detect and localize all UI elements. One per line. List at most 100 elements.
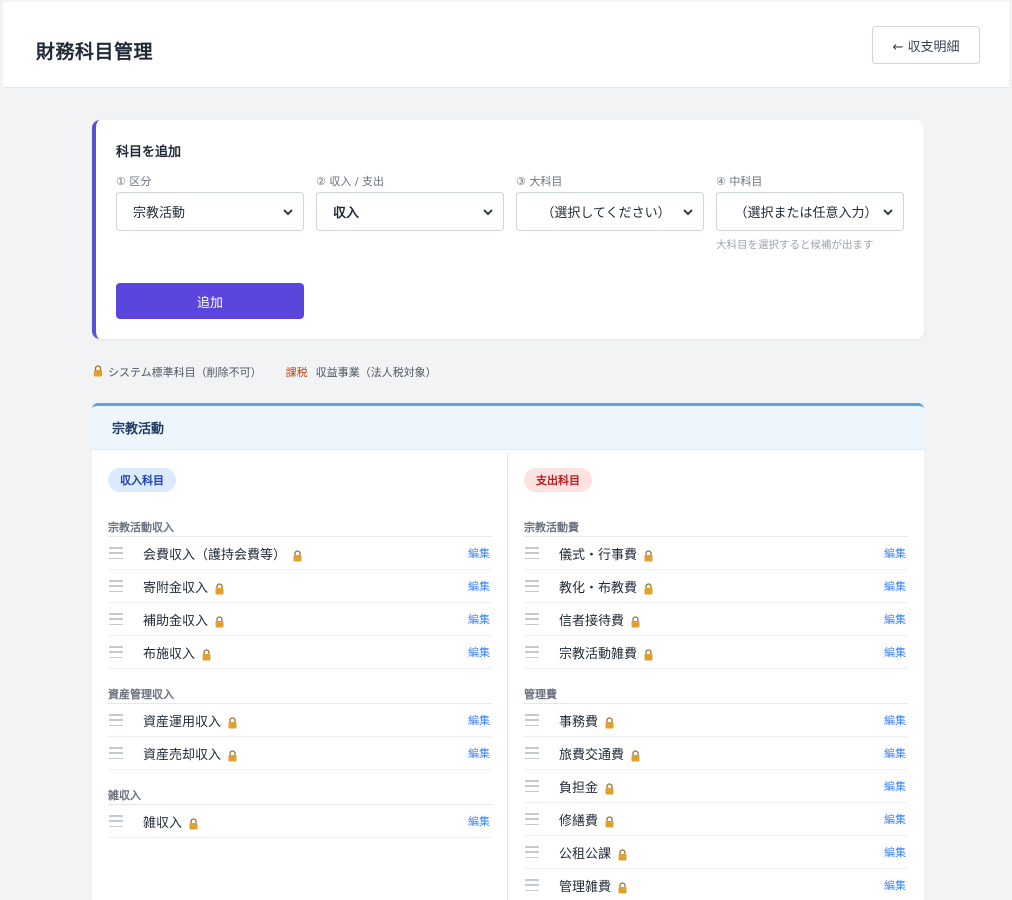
edit-link[interactable]: 編集: [468, 611, 490, 627]
edit-link[interactable]: 編集: [884, 644, 906, 660]
section-title: 宗教活動: [92, 406, 924, 450]
account-name: 雑収入: [143, 815, 183, 831]
account-row: 修繕費 編集: [524, 803, 908, 836]
lock-icon: [214, 580, 225, 595]
edit-link[interactable]: 編集: [884, 611, 906, 627]
edit-link[interactable]: 編集: [468, 712, 490, 728]
drag-handle-icon[interactable]: [109, 580, 123, 592]
account-row: 信者接待費 編集: [524, 603, 908, 636]
add-account-button[interactable]: 追加: [116, 283, 304, 319]
account-row: 負担金 編集: [524, 770, 908, 803]
middle-account-label: ④ 中科目: [716, 175, 763, 188]
drag-handle-icon[interactable]: [525, 646, 539, 658]
income-expense-select[interactable]: 収入: [316, 192, 504, 231]
drag-handle-icon[interactable]: [525, 714, 539, 726]
category-select-value: 宗教活動: [133, 206, 186, 221]
account-row: 雑収入 編集: [108, 805, 492, 838]
drag-handle-icon[interactable]: [109, 714, 123, 726]
account-name: 管理雑費: [559, 879, 612, 895]
lock-icon: [617, 846, 628, 861]
lock-icon: [188, 815, 199, 830]
add-card-title: 科目を追加: [116, 145, 182, 160]
lock-icon: [630, 613, 641, 628]
group-label: 資産管理収入: [108, 686, 492, 704]
legend: システム標準科目（削除不可） 課税 収益事業（法人税対象）: [93, 364, 437, 380]
income-expense-select-value: 収入: [333, 206, 360, 221]
edit-link[interactable]: 編集: [468, 644, 490, 660]
account-name: 寄附金収入: [143, 580, 209, 596]
page-header: 財務科目管理 ← 収支明細: [3, 2, 1009, 88]
lock-icon: [93, 364, 103, 380]
account-row: 補助金収入 編集: [108, 603, 492, 636]
account-row: 会費収入（護持会費等） 編集: [108, 537, 492, 570]
edit-link[interactable]: 編集: [884, 712, 906, 728]
account-name: 宗教活動雑費: [559, 646, 638, 662]
major-account-label: ③ 大科目: [516, 175, 563, 188]
drag-handle-icon[interactable]: [525, 780, 539, 792]
lock-icon: [214, 613, 225, 628]
lock-icon: [643, 646, 654, 661]
chevron-down-icon: [479, 203, 497, 221]
lock-icon: [643, 580, 654, 595]
expense-column: 支出科目 宗教活動費 儀式・行事費 編集 教化・布教費 編集 信者接待費 編集 宗教活動雑費編…: [508, 453, 924, 900]
lock-icon: [201, 646, 212, 661]
edit-link[interactable]: 編集: [884, 778, 906, 794]
drag-handle-icon[interactable]: [109, 747, 123, 759]
legend-tax-label: 収益事業（法人税対象）: [315, 366, 437, 379]
drag-handle-icon[interactable]: [525, 879, 539, 891]
major-account-select[interactable]: （選択してください）: [516, 192, 704, 231]
account-row: 事務費 編集: [524, 704, 908, 737]
edit-link[interactable]: 編集: [884, 811, 906, 827]
add-account-card: 科目を追加 ① 区分 宗教活動 ② 収入 / 支出 収入 ③ 大科目 （選択して…: [92, 120, 924, 339]
account-name: 会費収入（護持会費等）: [143, 547, 287, 563]
income-column: 収入科目 宗教活動収入 会費収入（護持会費等） 編集 寄附金収入 編集 補助金収入 編集 布施…: [92, 453, 508, 900]
drag-handle-icon[interactable]: [525, 613, 539, 625]
account-row: 管理雑費 編集: [524, 869, 908, 900]
drag-handle-icon[interactable]: [109, 613, 123, 625]
account-row: 教化・布教費 編集: [524, 570, 908, 603]
major-account-select-value: （選択してください）: [541, 206, 671, 221]
account-name: 補助金収入: [143, 613, 209, 629]
edit-link[interactable]: 編集: [468, 745, 490, 761]
account-name: 公租公課: [559, 846, 612, 862]
group-label: 管理費: [524, 686, 908, 704]
edit-link[interactable]: 編集: [884, 545, 906, 561]
expense-pill: 支出科目: [524, 468, 592, 492]
account-name: 儀式・行事費: [559, 547, 638, 563]
taxable-badge: 課税: [285, 366, 308, 379]
edit-link[interactable]: 編集: [884, 877, 906, 893]
edit-link[interactable]: 編集: [468, 578, 490, 594]
edit-link[interactable]: 編集: [468, 545, 490, 561]
lock-icon: [630, 747, 641, 762]
legend-system-label: システム標準科目（削除不可）: [108, 366, 262, 379]
drag-handle-icon[interactable]: [525, 813, 539, 825]
category-select[interactable]: 宗教活動: [116, 192, 304, 231]
middle-account-select[interactable]: （選択または任意入力）: [716, 192, 904, 231]
edit-link[interactable]: 編集: [884, 745, 906, 761]
account-name: 負担金: [559, 780, 599, 796]
lock-icon: [227, 747, 238, 762]
account-row: 布施収入 編集: [108, 636, 492, 669]
account-row: 寄附金収入 編集: [108, 570, 492, 603]
account-name: 旅費交通費: [559, 747, 625, 763]
drag-handle-icon[interactable]: [109, 646, 123, 658]
lock-icon: [617, 879, 628, 894]
edit-link[interactable]: 編集: [884, 844, 906, 860]
lock-icon: [604, 780, 615, 795]
drag-handle-icon[interactable]: [525, 747, 539, 759]
drag-handle-icon[interactable]: [109, 547, 123, 559]
lock-icon: [604, 813, 615, 828]
drag-handle-icon[interactable]: [525, 846, 539, 858]
drag-handle-icon[interactable]: [525, 547, 539, 559]
group-label: 雑収入: [108, 787, 492, 805]
drag-handle-icon[interactable]: [525, 580, 539, 592]
back-to-ledger-button[interactable]: ← 収支明細: [872, 26, 980, 64]
account-name: 事務費: [559, 714, 599, 730]
lock-icon: [604, 714, 615, 729]
group-label: 宗教活動費: [524, 519, 908, 537]
drag-handle-icon[interactable]: [109, 815, 123, 827]
edit-link[interactable]: 編集: [468, 813, 490, 829]
account-name: 布施収入: [143, 646, 196, 662]
edit-link[interactable]: 編集: [884, 578, 906, 594]
account-name: 資産売却収入: [143, 747, 222, 763]
